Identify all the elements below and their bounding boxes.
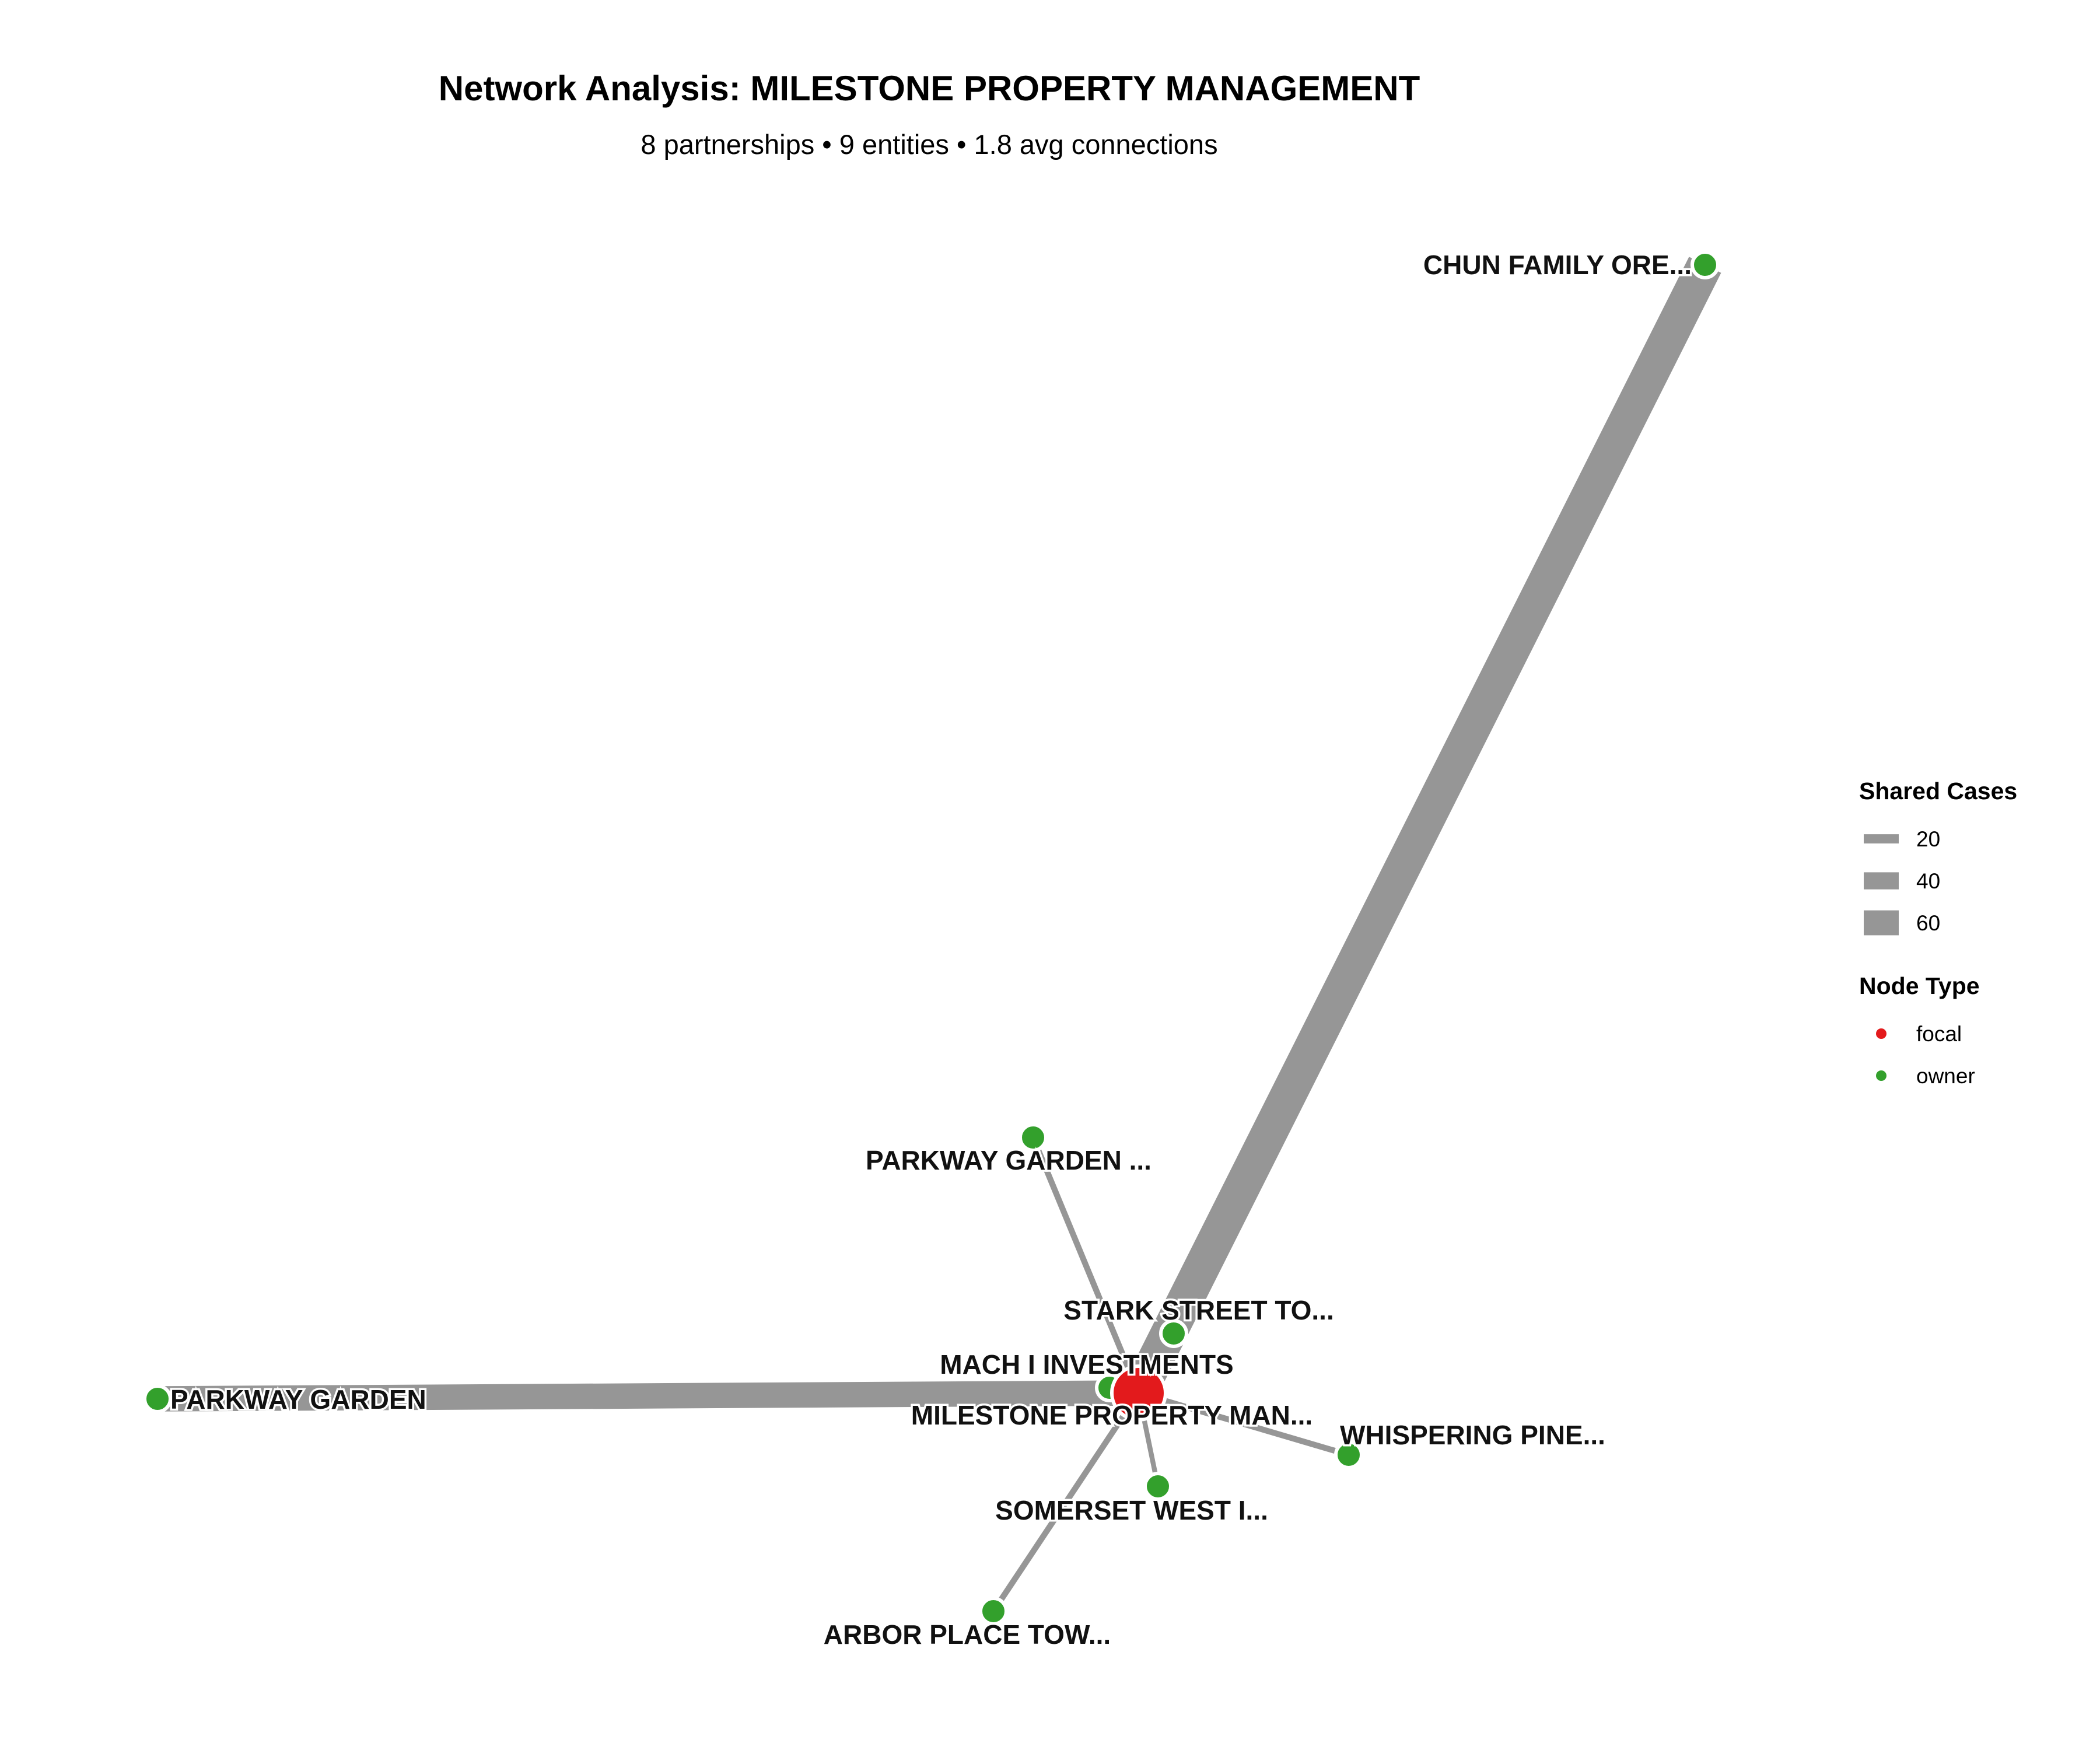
legend-edge-label: 20: [1916, 827, 1940, 851]
legend-edge-label: 60: [1916, 911, 1940, 935]
chart-title: Network Analysis: MILESTONE PROPERTY MAN…: [439, 69, 1420, 108]
node-label-milestone: MILESTONE PROPERTY MAN...: [911, 1400, 1312, 1430]
node-label-somerset: SOMERSET WEST I...: [995, 1495, 1268, 1525]
edge-chun: [1122, 257, 1721, 1401]
node-label-mach: MACH I INVESTMENTS: [940, 1349, 1233, 1380]
legend-edge-swatch-60: [1864, 910, 1899, 936]
legend-node-swatch-focal: [1876, 1028, 1887, 1039]
chart-subtitle: 8 partnerships • 9 entities • 1.8 avg co…: [640, 129, 1217, 160]
legend-edge-items: 20 40 60: [1864, 827, 1940, 936]
network-figure: Network Analysis: MILESTONE PROPERTY MAN…: [143, 69, 2017, 1652]
node-label-chun: CHUN FAMILY ORE...: [1423, 250, 1692, 280]
node-label-parkway_garden_top: PARKWAY GARDEN ...: [866, 1145, 1152, 1175]
node-label-whispering: WHISPERING PINE...: [1340, 1420, 1605, 1450]
node-parkway_garden_left: [143, 1384, 172, 1413]
legend-node-items: focal owner: [1876, 1022, 1975, 1088]
legend-node-label: focal: [1916, 1022, 1962, 1046]
legend-edge-title: Shared Cases: [1859, 778, 2017, 804]
labels-layer: MILESTONE PROPERTY MAN... CHUN FAMILY ORE…: [169, 248, 1694, 1652]
legend-edge-label: 40: [1916, 869, 1940, 893]
legend-node-title: Node Type: [1859, 972, 1980, 999]
legend-node-swatch-owner: [1876, 1070, 1887, 1081]
node-chun: [1690, 250, 1720, 279]
legend-edge-swatch-20: [1864, 834, 1899, 844]
node-label-stark: STARK STREET TO...: [1063, 1295, 1334, 1325]
legend: Shared Cases 20 40 60 Node Type focal owner: [1859, 778, 2017, 1088]
node-label-parkway_garden_left: PARKWAY GARDEN: [170, 1384, 426, 1415]
legend-node-label: owner: [1916, 1064, 1975, 1088]
node-label-arbor: ARBOR PLACE TOW...: [824, 1619, 1111, 1650]
legend-edge-swatch-40: [1864, 872, 1899, 890]
